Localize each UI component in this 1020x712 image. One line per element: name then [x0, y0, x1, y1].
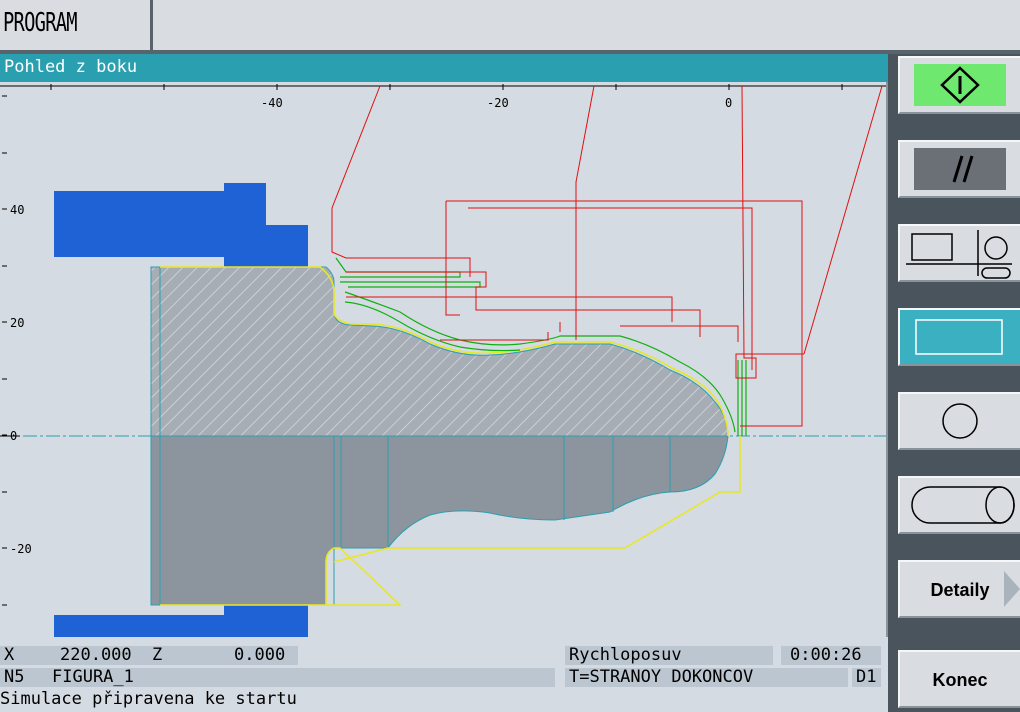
tool-offset: D1	[856, 667, 877, 687]
multi-view-icon	[906, 230, 1012, 279]
block-number: N5	[4, 667, 25, 687]
start-simulation-button[interactable]	[898, 56, 1020, 114]
cylinder-icon	[911, 486, 1015, 524]
end-label: Konec	[932, 670, 988, 690]
details-button[interactable]: Detaily	[898, 560, 1020, 618]
z-axis-value: 0.000	[234, 645, 286, 665]
x-axis-value: 220.000	[60, 645, 132, 665]
stop-simulation-button[interactable]	[898, 140, 1020, 198]
face-view-icon	[942, 403, 978, 439]
run-time: 0:00:26	[790, 645, 862, 665]
cycle-start-icon	[914, 64, 1006, 106]
z-axis-label: Z	[152, 645, 163, 665]
message-line: Simulace připravena ke startu	[0, 688, 888, 712]
pause-icon	[914, 148, 1006, 190]
left-ruler-ticks	[2, 95, 7, 606]
operating-area-label: PROGRAM	[3, 8, 78, 38]
simulation-canvas: -40 -20 0 40 20 0 -20	[0, 84, 886, 637]
face-view-button[interactable]	[898, 392, 1020, 450]
program-name: FIGURA_1	[52, 667, 134, 687]
feed-mode: Rychloposuv	[569, 645, 682, 665]
view-all-button[interactable]	[898, 224, 1020, 282]
x-tick-label: -40	[261, 96, 283, 110]
y-tick-label: 20	[10, 316, 24, 330]
simulation-view[interactable]: -40 -20 0 40 20 0 -20	[0, 82, 888, 637]
side-view-button[interactable]	[898, 308, 1020, 366]
submenu-arrow-icon	[1004, 571, 1020, 607]
y-tick-label: 40	[10, 203, 24, 217]
end-button[interactable]: Konec	[898, 650, 1020, 708]
top-ruler-ticks	[50, 84, 843, 90]
operating-area: PROGRAM	[0, 0, 153, 50]
status-message: Simulace připravena ke startu	[0, 689, 297, 709]
top-bar: PROGRAM	[0, 0, 1020, 50]
part-lower-solid	[150, 435, 729, 606]
side-view-icon	[915, 319, 1003, 355]
3d-view-button[interactable]	[898, 476, 1020, 534]
part-upper-hatched	[150, 266, 729, 437]
y-tick-label: -20	[10, 542, 32, 556]
view-title: Pohled z boku	[4, 57, 138, 77]
vertical-softkeys: Detaily Konec	[888, 54, 1020, 712]
x-axis-label: X	[4, 645, 15, 665]
x-tick-label: -20	[487, 96, 509, 110]
view-titlebar: Pohled z boku	[0, 54, 888, 82]
tool-name: T=STRANOY DOKONCOV	[569, 667, 754, 687]
x-tick-label: 0	[725, 96, 732, 110]
